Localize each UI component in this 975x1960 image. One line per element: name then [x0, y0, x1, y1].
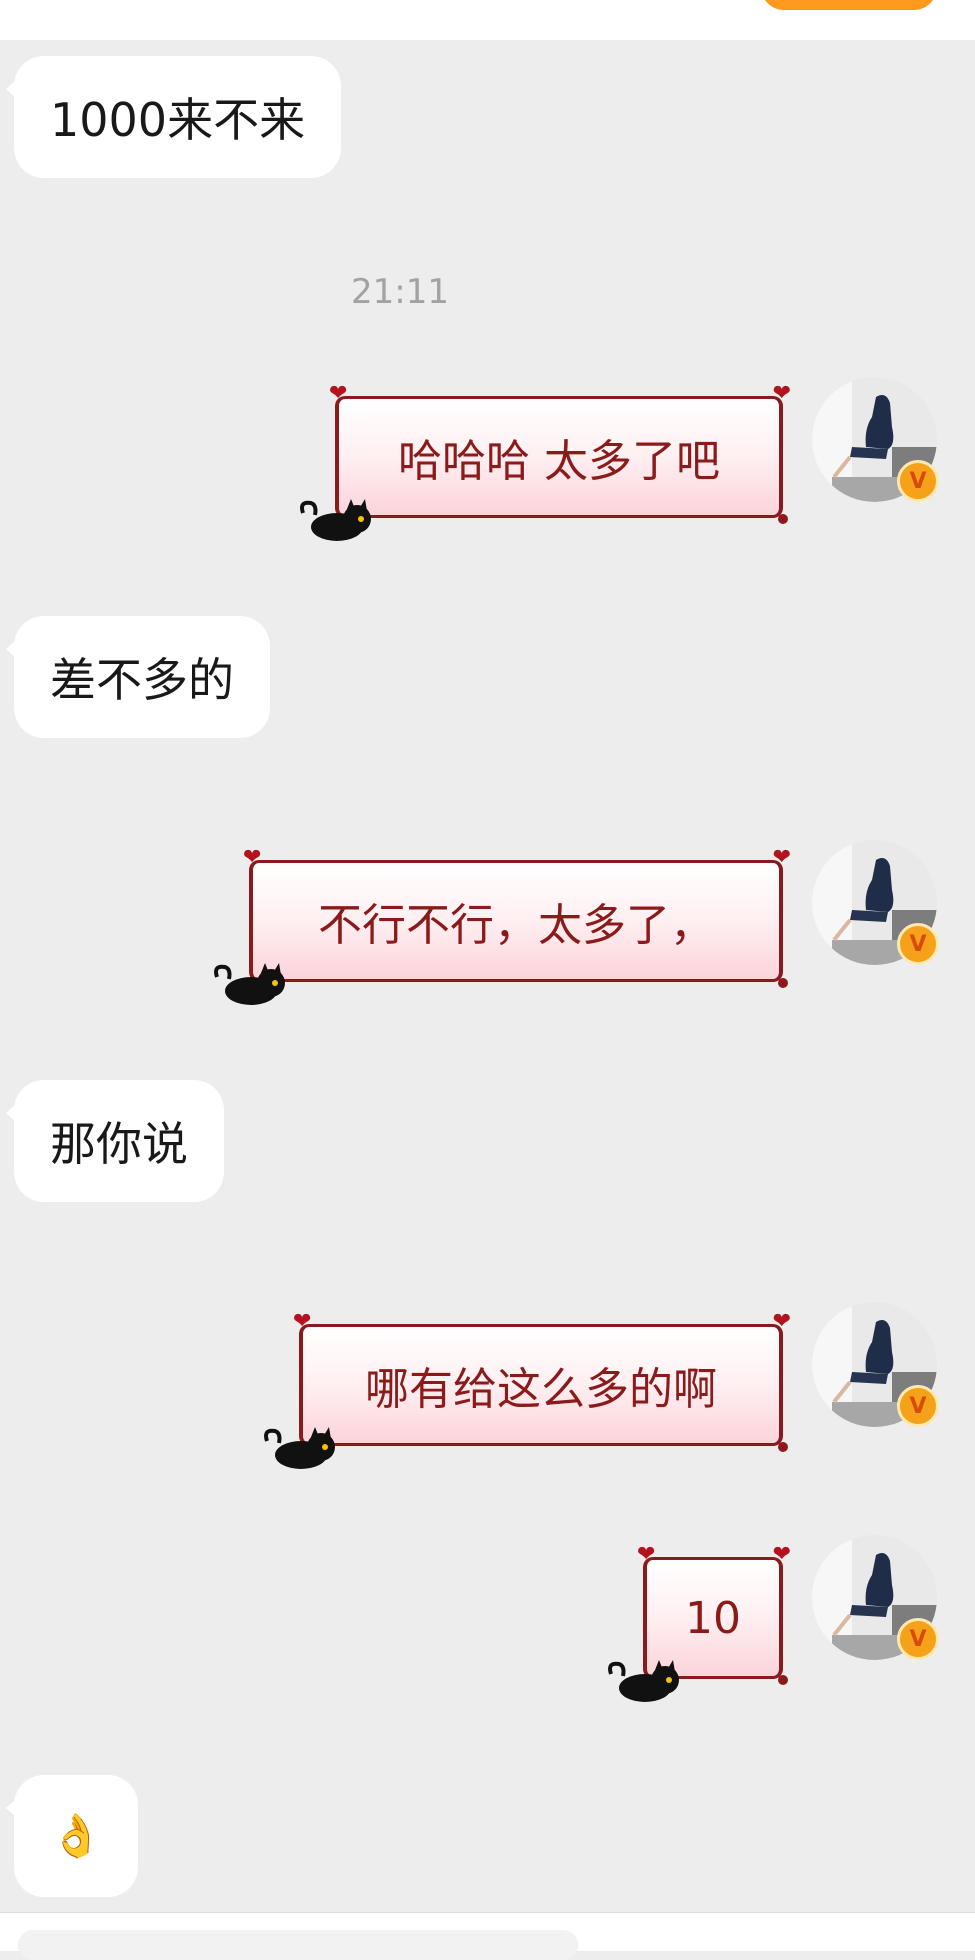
heart-icon: ❤: [293, 1309, 312, 1334]
message-text: 哈哈哈 太多了吧: [398, 436, 720, 487]
heart-icon: ❤: [772, 845, 791, 870]
cat-icon: [608, 1660, 679, 1702]
top-action-button[interactable]: [761, 0, 937, 10]
incoming-message[interactable]: 1000来不来: [5, 56, 342, 178]
outgoing-message[interactable]: ❤ ❤ 哪有给这么多的啊: [264, 1311, 791, 1469]
outgoing-message[interactable]: ❤ ❤ 10: [608, 1544, 791, 1702]
message-text: 1000来不来: [50, 93, 306, 147]
bubble-dot: [778, 1675, 788, 1685]
bubble-dot: [778, 978, 788, 988]
message-text: 10: [685, 1592, 741, 1644]
message-text: 👌: [50, 1811, 103, 1860]
message-text: 不行不行，太多了，: [318, 900, 714, 951]
message-text: 哪有给这么多的啊: [365, 1364, 717, 1415]
v-badge-icon: V: [897, 1385, 939, 1427]
avatar[interactable]: V: [812, 377, 939, 502]
message-text: 那你说: [50, 1117, 188, 1171]
message-timestamp: 21:11: [351, 272, 449, 312]
outgoing-message[interactable]: ❤ ❤ 不行不行，太多了，: [214, 847, 791, 1005]
input-bar[interactable]: [18, 1930, 578, 1960]
avatar[interactable]: V: [812, 1302, 939, 1427]
bubble-dot: [778, 514, 788, 524]
v-badge-icon: V: [897, 460, 939, 502]
incoming-message[interactable]: 差不多的: [6, 616, 270, 738]
v-badge-icon: V: [897, 1618, 939, 1660]
v-badge-icon: V: [897, 923, 939, 965]
cat-icon: [264, 1427, 335, 1469]
cat-icon: [214, 963, 285, 1005]
heart-icon: ❤: [772, 1309, 791, 1334]
heart-icon: ❤: [772, 1542, 791, 1567]
heart-icon: ❤: [772, 381, 791, 406]
incoming-message[interactable]: 那你说: [6, 1080, 224, 1202]
heart-icon: ❤: [637, 1542, 656, 1567]
incoming-message[interactable]: 👌: [5, 1775, 139, 1897]
heart-icon: ❤: [329, 381, 348, 406]
cat-icon: [300, 499, 371, 541]
message-text: 差不多的: [50, 653, 234, 707]
heart-icon: ❤: [243, 845, 262, 870]
outgoing-message[interactable]: ❤ ❤ 哈哈哈 太多了吧: [300, 383, 791, 541]
avatar[interactable]: V: [812, 840, 939, 965]
avatar[interactable]: V: [812, 1535, 939, 1660]
bubble-dot: [778, 1442, 788, 1452]
